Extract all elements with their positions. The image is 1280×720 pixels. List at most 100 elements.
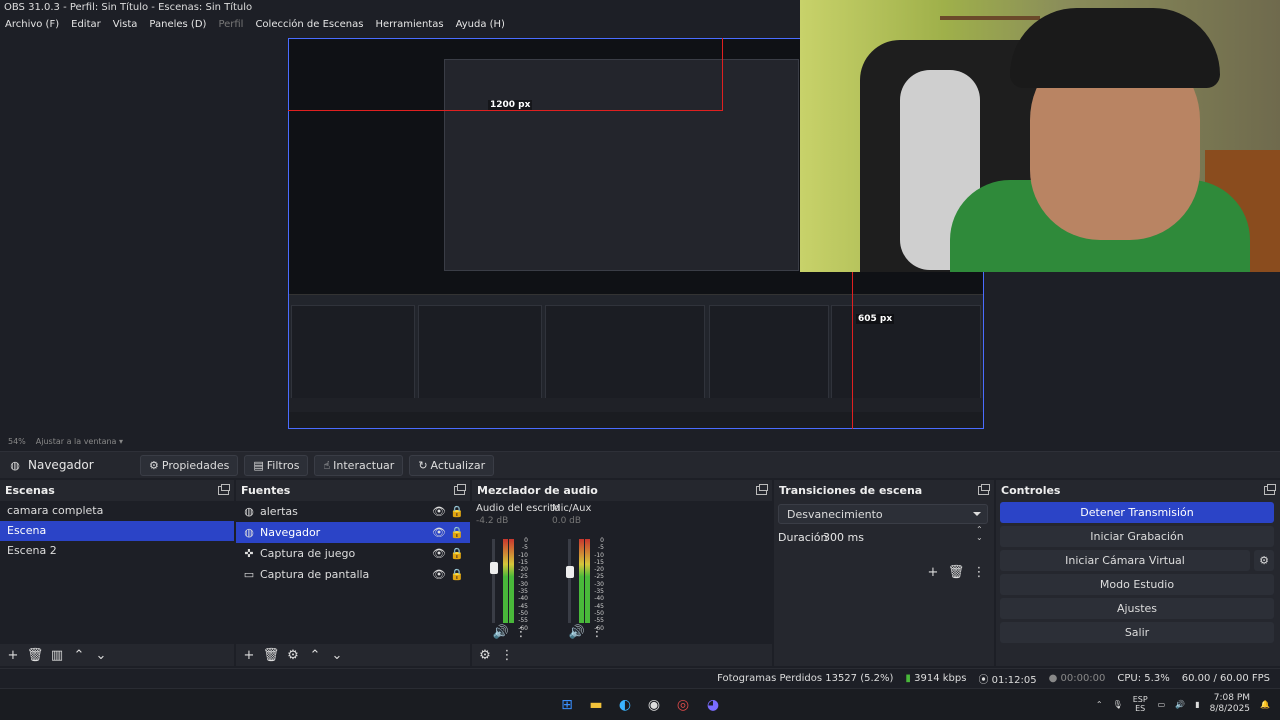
chevron-up-icon[interactable]: ⌃ — [1096, 700, 1103, 709]
eye-icon[interactable]: 👁 — [432, 568, 446, 582]
volume-slider-handle[interactable] — [489, 561, 498, 574]
windows-start-icon[interactable]: ⊞ — [557, 695, 577, 715]
source-item[interactable]: ✜ Captura de juego 👁 🔒 — [236, 543, 470, 564]
scene-filters-button[interactable]: ▥ — [48, 646, 66, 664]
start-virtual-camera-button[interactable]: Iniciar Cámara Virtual — [1000, 550, 1250, 571]
nested-statusbar — [289, 398, 983, 412]
network-icon[interactable]: ▭ — [1158, 700, 1166, 709]
stop-stream-button[interactable]: Detener Transmisión — [1000, 502, 1274, 523]
lock-icon[interactable]: 🔒 — [450, 547, 464, 561]
lock-icon[interactable]: 🔒 — [450, 505, 464, 519]
volume-slider[interactable] — [492, 539, 495, 623]
sources-dock: Fuentes ◍ alertas 👁 🔒 ◍ Navegador 👁 🔒 ✜ Captura d… — [236, 480, 470, 666]
language-indicator[interactable]: ESP ES — [1133, 695, 1148, 713]
popout-icon[interactable] — [454, 483, 466, 495]
channel-name: Mic/Aux — [552, 503, 592, 514]
source-item[interactable]: ◍ alertas 👁 🔒 — [236, 501, 470, 522]
fit-window-dropdown[interactable]: Ajustar a la ventana ▾ — [36, 437, 123, 447]
globe-icon: ◍ — [244, 505, 254, 518]
transition-select[interactable]: Desvanecimiento — [778, 504, 988, 524]
menu-item-3[interactable]: Paneles (D) — [149, 19, 206, 30]
start-recording-button[interactable]: Iniciar Grabación — [1000, 526, 1274, 547]
properties-button[interactable]: ⚙ Propiedades — [140, 454, 239, 476]
notification-bell-icon[interactable]: 🔔 — [1260, 700, 1270, 709]
add-scene-button[interactable]: + — [4, 646, 22, 664]
advanced-audio-icon[interactable]: ⚙ — [476, 646, 494, 664]
popout-icon[interactable] — [978, 483, 990, 495]
channel-menu-icon[interactable]: ⋮ — [512, 623, 530, 641]
menu-item-0[interactable]: Archivo (F) — [5, 19, 59, 30]
add-transition-button[interactable]: + — [924, 563, 942, 581]
add-source-button[interactable]: + — [240, 646, 258, 664]
chrome-icon[interactable]: ◎ — [673, 695, 693, 715]
channel-menu-icon[interactable]: ⋮ — [588, 623, 606, 641]
menu-item-1[interactable]: Editar — [71, 19, 101, 30]
source-name: Navegador — [260, 526, 321, 539]
edge-browser-icon[interactable]: ◐ — [615, 695, 635, 715]
remove-source-button[interactable]: 🗑 — [262, 646, 280, 664]
record-time: ● 00:00:00 — [1048, 673, 1106, 684]
speaker-icon[interactable]: 🔊 — [568, 623, 586, 641]
popout-icon[interactable] — [218, 483, 230, 495]
move-down-button[interactable]: ⌄ — [92, 646, 110, 664]
battery-icon[interactable]: ▮ — [1195, 700, 1199, 709]
eye-icon[interactable]: 👁 — [432, 547, 446, 561]
duration-spinbox[interactable]: 300 ms — [819, 528, 989, 548]
sources-title: Fuentes — [241, 483, 291, 497]
move-up-button[interactable]: ⌃ — [70, 646, 88, 664]
selected-source-name: Navegador — [28, 458, 94, 472]
nested-taskbar — [289, 412, 983, 428]
popout-icon[interactable] — [756, 483, 768, 495]
refresh-button[interactable]: ↻ Actualizar — [409, 454, 495, 476]
spin-arrows-icon[interactable]: ⌃ ⌄ — [976, 526, 983, 542]
clock[interactable]: 7:08 PM 8/8/2025 — [1210, 693, 1250, 715]
scale-tick: -15 — [518, 558, 528, 566]
volume-icon[interactable]: 🔊 — [1175, 700, 1185, 709]
transition-menu-icon[interactable]: ⋮ — [970, 563, 988, 581]
webcam-source[interactable] — [800, 0, 1280, 272]
obs-app-icon[interactable]: ◉ — [644, 695, 664, 715]
discord-icon[interactable]: ◕ — [703, 695, 723, 715]
menu-item-2[interactable]: Vista — [113, 19, 138, 30]
status-bar: Fotogramas Perdidos 13527 (5.2%) ▮ 3914 … — [0, 668, 1280, 688]
lock-icon[interactable]: 🔒 — [450, 568, 464, 582]
remove-scene-button[interactable]: 🗑 — [26, 646, 44, 664]
menu-item-5[interactable]: Colección de Escenas — [255, 19, 363, 30]
speaker-icon[interactable]: 🔊 — [492, 623, 510, 641]
eye-icon[interactable]: 👁 — [432, 526, 446, 540]
volume-slider-handle[interactable] — [565, 565, 574, 578]
popout-icon[interactable] — [1264, 483, 1276, 495]
nested-capture-recursive — [444, 59, 799, 271]
lock-icon[interactable]: 🔒 — [450, 526, 464, 540]
scene-item[interactable]: Escena — [0, 521, 234, 541]
source-item[interactable]: ◍ Navegador 👁 🔒 — [236, 522, 470, 543]
menu-item-7[interactable]: Ayuda (H) — [456, 19, 505, 30]
guide-width-label: 1200 px — [488, 100, 533, 110]
meter-scale: 0 -5 -10 -15 -20 -25 -30 -35 -40 -45 -50 -55 -60 — [514, 537, 528, 632]
level-meter — [503, 539, 508, 623]
mixer-menu-icon[interactable]: ⋮ — [498, 646, 516, 664]
hand-icon: ☝ — [323, 458, 331, 472]
guide-horizontal-line — [288, 110, 723, 111]
virtual-camera-settings-icon[interactable]: ⚙ — [1254, 550, 1274, 571]
scene-item[interactable]: Escena 2 — [0, 541, 234, 561]
source-item[interactable]: ▭ Captura de pantalla 👁 🔒 — [236, 564, 470, 585]
move-up-button[interactable]: ⌃ — [306, 646, 324, 664]
menu-item-6[interactable]: Herramientas — [375, 19, 443, 30]
guide-vertical-line-2 — [852, 272, 853, 429]
move-down-button[interactable]: ⌄ — [328, 646, 346, 664]
volume-slider[interactable] — [568, 539, 571, 623]
filters-button[interactable]: ▤ Filtros — [244, 454, 309, 476]
interact-button[interactable]: ☝ Interactuar — [314, 454, 404, 476]
studio-mode-button[interactable]: Modo Estudio — [1000, 574, 1274, 595]
remove-transition-button[interactable]: 🗑 — [947, 563, 965, 581]
scene-item[interactable]: camara completa — [0, 501, 234, 521]
settings-button[interactable]: Ajustes — [1000, 598, 1274, 619]
exit-button[interactable]: Salir — [1000, 622, 1274, 643]
guide-vertical-line — [722, 38, 723, 110]
eye-icon[interactable]: 👁 — [432, 505, 446, 519]
source-properties-button[interactable]: ⚙ — [284, 646, 302, 664]
file-explorer-icon[interactable]: ▬ — [586, 695, 606, 715]
menu-item-4[interactable]: Perfil — [218, 19, 243, 30]
microphone-icon[interactable]: 🎙 — [1113, 700, 1123, 709]
